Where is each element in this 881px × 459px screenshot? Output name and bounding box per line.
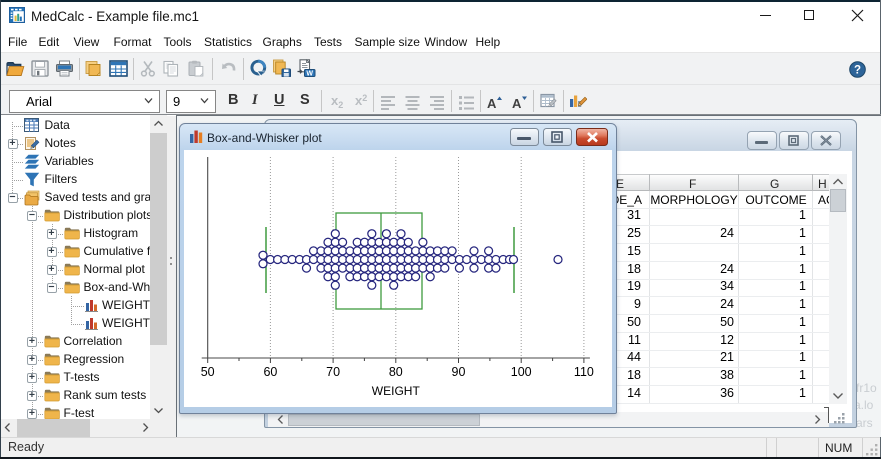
svg-text:100: 100: [511, 365, 532, 379]
svg-text:60: 60: [263, 365, 277, 379]
svg-text:W: W: [306, 70, 313, 77]
svg-text:110: 110: [574, 365, 594, 379]
svg-text:?: ?: [854, 64, 861, 76]
svg-text:50: 50: [201, 365, 215, 379]
svg-text:A: A: [487, 96, 497, 110]
svg-text:80: 80: [389, 365, 403, 379]
svg-text:A: A: [512, 96, 522, 110]
svg-text:70: 70: [326, 365, 340, 379]
svg-text:WEIGHT: WEIGHT: [372, 384, 421, 398]
svg-text:90: 90: [452, 365, 466, 379]
